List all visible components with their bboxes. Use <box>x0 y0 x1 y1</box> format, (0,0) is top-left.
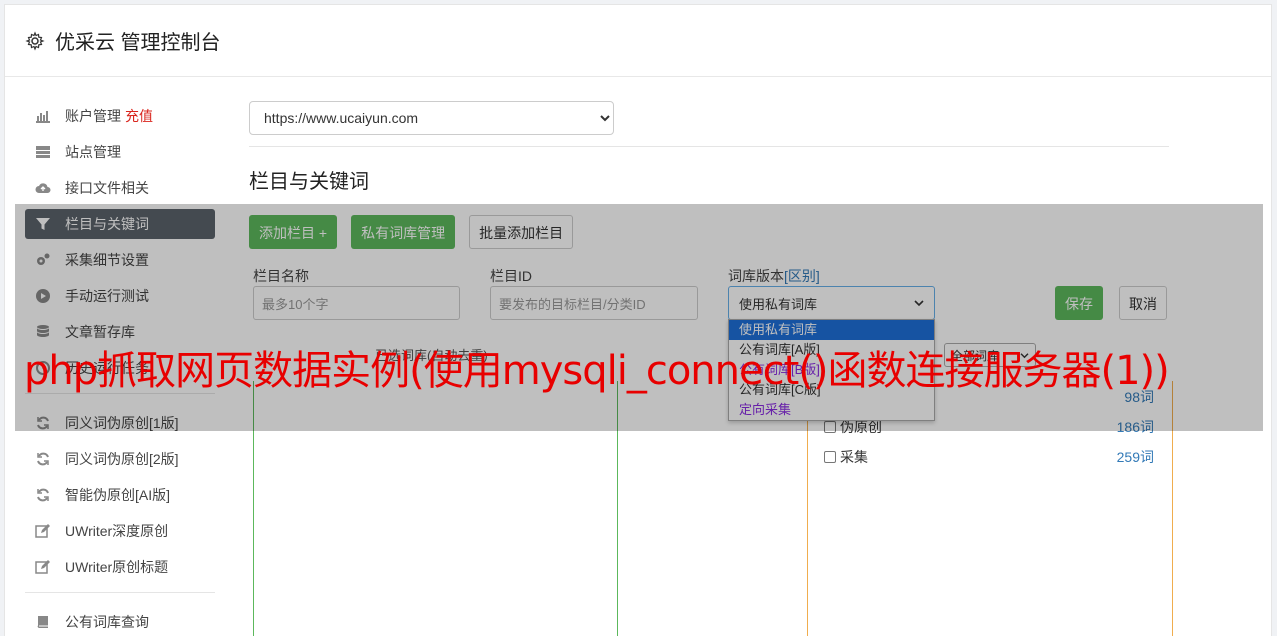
sidebar-divider <box>25 592 215 593</box>
app-header: 优采云 管理控制台 <box>5 5 1271 77</box>
edit-icon <box>35 560 50 574</box>
sidebar-item-uwriter-title[interactable]: UWriter原创标题 <box>25 552 215 582</box>
sidebar-item-label: 账户管理 <box>65 108 121 124</box>
sidebar-item-label: 站点管理 <box>65 144 121 160</box>
main-content: https://www.ucaiyun.com 栏目与关键词 添加栏目 + 私有… <box>249 101 1173 636</box>
sidebar-item-uwriter-deep[interactable]: UWriter深度原创 <box>25 516 215 546</box>
article-title-banner: php抓取网页数据实例(使用mysqli_connect()函数连接服务器(1)… <box>24 348 1170 394</box>
sidebar-item-label: 同义词伪原创[2版] <box>65 451 179 467</box>
sidebar-item-account[interactable]: 账户管理 充值 <box>25 101 215 131</box>
gear-icon <box>25 30 45 51</box>
sidebar-item-label: UWriter原创标题 <box>65 559 169 575</box>
lib-checkbox[interactable] <box>824 451 836 463</box>
bar-chart-icon <box>36 111 50 123</box>
site-select[interactable]: https://www.ucaiyun.com <box>249 101 614 135</box>
list-item[interactable]: 采集 259词 <box>824 447 1154 467</box>
sidebar-item-sites[interactable]: 站点管理 <box>25 137 215 167</box>
refresh-icon <box>37 488 49 502</box>
refresh-icon <box>37 452 49 466</box>
sidebar-item-label: 智能伪原创[AI版] <box>65 487 171 503</box>
sidebar-item-label: UWriter深度原创 <box>65 523 169 539</box>
recharge-link[interactable]: 充值 <box>125 106 153 126</box>
lib-count: 259词 <box>1116 449 1154 465</box>
sidebar-item-label: 接口文件相关 <box>65 180 149 196</box>
sidebar-item-ai-rewrite[interactable]: 智能伪原创[AI版] <box>25 480 215 510</box>
book-icon <box>37 616 48 628</box>
sidebar-item-public-lib[interactable]: 公有词库查询 <box>25 607 215 636</box>
lib-name: 采集 <box>840 449 868 465</box>
sidebar-item-interface[interactable]: 接口文件相关 <box>25 173 215 203</box>
app-title: 优采云 管理控制台 <box>55 32 221 54</box>
cloud-upload-icon <box>35 183 51 193</box>
sidebar-item-label: 公有词库查询 <box>65 614 149 630</box>
server-icon <box>36 146 50 158</box>
section-divider <box>249 146 1169 147</box>
sidebar-item-synonym-v2[interactable]: 同义词伪原创[2版] <box>25 444 215 474</box>
edit-icon <box>35 524 50 538</box>
section-title: 栏目与关键词 <box>249 171 369 193</box>
